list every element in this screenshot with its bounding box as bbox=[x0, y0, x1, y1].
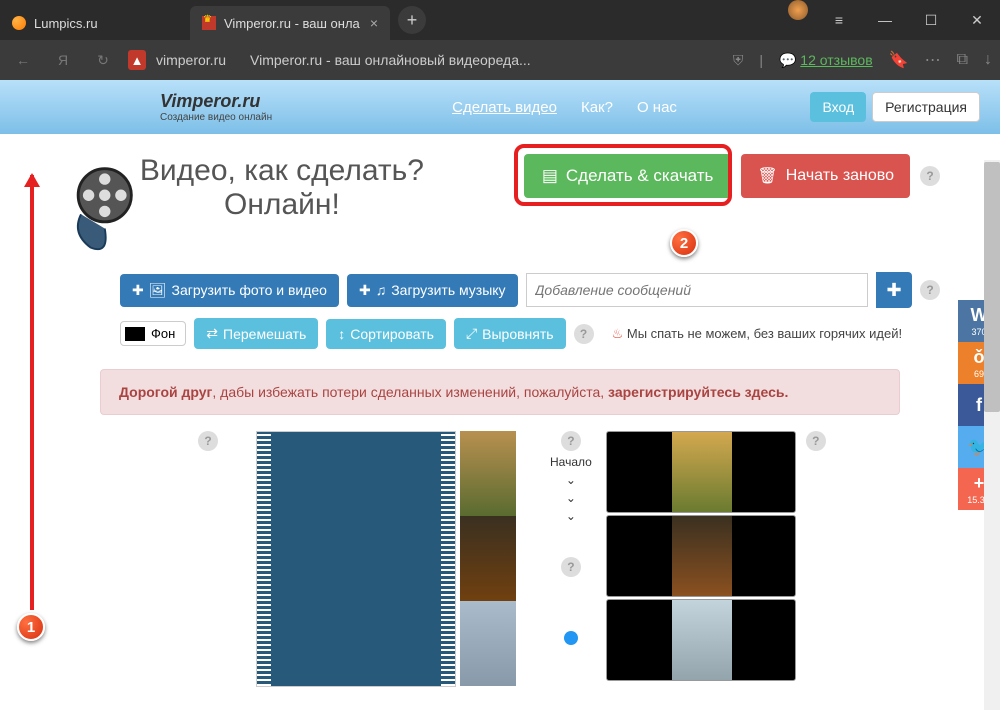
downloads-icon[interactable]: ↓ bbox=[984, 51, 992, 69]
preview-frame[interactable] bbox=[606, 431, 796, 513]
music-icon: ♫ bbox=[376, 282, 387, 298]
browser-titlebar: Lumpics.ru Vimperor.ru - ваш онла × + ≡ … bbox=[0, 0, 1000, 40]
profile-avatar[interactable] bbox=[788, 0, 808, 20]
help-icon[interactable]: ? bbox=[198, 431, 218, 451]
maximize-button[interactable]: ☐ bbox=[908, 0, 954, 40]
back-button[interactable]: ← bbox=[8, 52, 38, 68]
color-swatch bbox=[125, 327, 145, 341]
preview-frame[interactable] bbox=[606, 515, 796, 597]
extensions-icon[interactable]: ⧉ bbox=[957, 51, 968, 69]
reload-button[interactable]: ↻ bbox=[88, 52, 118, 69]
browser-tab-vimperor[interactable]: Vimperor.ru - ваш онла × bbox=[190, 6, 390, 40]
message-input[interactable] bbox=[526, 273, 868, 307]
idea-text: ♨ Мы спать не можем, без ваших горячих и… bbox=[612, 326, 903, 342]
help-icon[interactable]: ? bbox=[806, 431, 826, 451]
help-icon[interactable]: ? bbox=[920, 166, 940, 186]
help-icon[interactable]: ? bbox=[561, 557, 581, 577]
nav-how[interactable]: Как? bbox=[581, 99, 613, 116]
thumb-item[interactable] bbox=[460, 516, 516, 601]
close-tab-icon[interactable]: × bbox=[370, 15, 378, 31]
upload-music-button[interactable]: ✚ ♫ Загрузить музыку bbox=[347, 274, 518, 307]
yandex-icon[interactable]: Я bbox=[48, 52, 78, 68]
annotation-highlight bbox=[514, 144, 732, 206]
login-button[interactable]: Вход bbox=[810, 92, 866, 122]
slider-handle[interactable] bbox=[564, 631, 578, 645]
start-label: Начало bbox=[550, 455, 592, 469]
protect-icon[interactable]: ⛨ bbox=[733, 52, 744, 69]
thumb-item[interactable] bbox=[460, 601, 516, 686]
help-icon[interactable]: ? bbox=[920, 280, 940, 300]
tab-label: Lumpics.ru bbox=[34, 16, 98, 31]
favicon-icon bbox=[202, 16, 216, 30]
register-here-link[interactable]: зарегистрируйтесь здесь. bbox=[608, 384, 788, 400]
brand-title: Vimperor.ru bbox=[160, 91, 272, 112]
chevron-down-icon[interactable]: ⌄ bbox=[566, 509, 576, 523]
register-button[interactable]: Регистрация bbox=[872, 92, 980, 122]
background-picker[interactable]: Фон bbox=[120, 321, 186, 346]
shuffle-button[interactable]: ⇄Перемешать bbox=[194, 318, 318, 349]
annotation-arrow bbox=[30, 175, 34, 610]
nav-make-video[interactable]: Сделать видео bbox=[452, 99, 557, 116]
menu-icon[interactable]: ≡ bbox=[816, 0, 862, 40]
chevron-down-icon[interactable]: ⌄ bbox=[566, 473, 576, 487]
shuffle-icon: ⇄ bbox=[206, 325, 218, 342]
fire-icon: ♨ bbox=[612, 326, 624, 341]
reviews-link[interactable]: 💬 12 отзывов bbox=[779, 52, 873, 69]
register-alert: Дорогой друг, дабы избежать потери сдела… bbox=[100, 369, 900, 415]
restart-button[interactable]: 🗑 Начать заново bbox=[741, 154, 910, 198]
close-window-button[interactable]: ✕ bbox=[954, 0, 1000, 40]
page-content: Vimperor.ru Создание видео онлайн Сделат… bbox=[0, 80, 1000, 710]
preview-frame[interactable] bbox=[606, 599, 796, 681]
plus-icon: ✚ bbox=[132, 282, 144, 299]
logo-film-reel-icon bbox=[62, 162, 157, 257]
annotation-marker-1: 1 bbox=[17, 613, 45, 641]
chevron-down-icon[interactable]: ⌄ bbox=[566, 491, 576, 505]
browser-tab-lumpics[interactable]: Lumpics.ru bbox=[0, 6, 190, 40]
upload-media-button[interactable]: ✚ 🖼 Загрузить фото и видео bbox=[120, 274, 339, 307]
tab-label: Vimperor.ru - ваш онла bbox=[224, 16, 360, 31]
nav-about[interactable]: О нас bbox=[637, 99, 677, 116]
align-icon: ⤢ bbox=[466, 325, 477, 342]
transition-thumbs bbox=[460, 431, 516, 686]
brand-tagline: Создание видео онлайн bbox=[160, 112, 272, 123]
sort-icon: ↕ bbox=[338, 326, 345, 342]
thumb-item[interactable] bbox=[460, 431, 516, 516]
browser-urlbar: ← Я ↻ ▲ vimperor.ru Vimperor.ru - ваш он… bbox=[0, 40, 1000, 80]
align-button[interactable]: ⤢Выровнять bbox=[454, 318, 566, 349]
page-scrollbar[interactable] bbox=[984, 160, 1000, 710]
new-tab-button[interactable]: + bbox=[398, 6, 426, 34]
more-icon[interactable]: ⋯ bbox=[925, 50, 941, 70]
site-header: Vimperor.ru Создание видео онлайн Сделат… bbox=[0, 80, 1000, 134]
plus-icon: ✚ bbox=[359, 282, 371, 299]
ideas-link[interactable]: ваших горячих идей bbox=[777, 326, 898, 341]
url-host[interactable]: vimperor.ru bbox=[156, 52, 226, 68]
bookmark-icon[interactable]: 🔖 bbox=[889, 50, 909, 70]
add-message-button[interactable]: ✚ bbox=[876, 272, 912, 308]
trash-icon: 🗑 bbox=[757, 166, 777, 186]
help-icon[interactable]: ? bbox=[574, 324, 594, 344]
image-icon: 🖼 bbox=[149, 282, 167, 299]
security-warning-icon[interactable]: ▲ bbox=[128, 50, 146, 70]
sort-button[interactable]: ↕Сортировать bbox=[326, 319, 446, 349]
favicon-icon bbox=[12, 16, 26, 30]
minimize-button[interactable]: — bbox=[862, 0, 908, 40]
annotation-marker-2: 2 bbox=[670, 229, 698, 257]
video-canvas[interactable] bbox=[256, 431, 456, 687]
help-icon[interactable]: ? bbox=[561, 431, 581, 451]
url-title: Vimperor.ru - ваш онлайновый видеореда..… bbox=[250, 52, 531, 68]
